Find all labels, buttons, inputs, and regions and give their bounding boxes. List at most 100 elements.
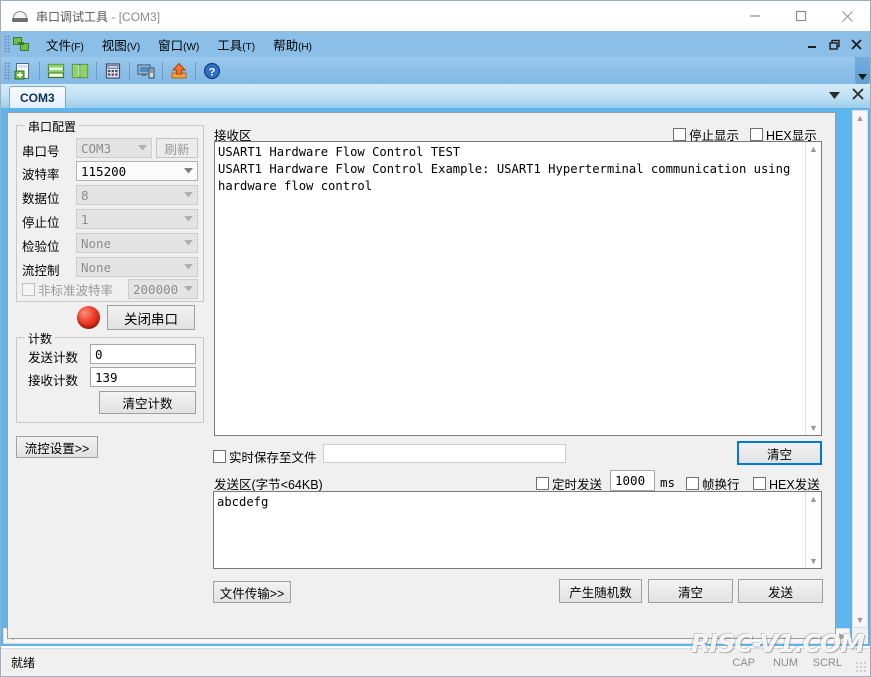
close-button[interactable] [824,1,870,31]
tile-horizontal-icon[interactable] [45,60,67,82]
mdi-scroll-down-icon[interactable]: ▼ [853,613,868,627]
menu-item-window[interactable]: 窗口(W) [149,32,208,57]
port-label: 串口号 [22,145,60,159]
stopbits-value: 1 [81,211,89,227]
rx-count-field[interactable]: 139 [90,367,196,387]
tab-bar: COM3 [1,84,870,108]
status-bar: 就绪 CAP NUM SCRL [1,648,870,676]
save-to-file-label: 实时保存至文件 [229,451,317,465]
mdi-scroll-corner [852,628,868,644]
status-cap-indicator: CAP [732,657,755,669]
help-icon[interactable]: ? [201,60,223,82]
com3-document-window: 串口配置 串口号 COM3 刷新 波特率 115200 数据位 8 停止位 1 … [7,112,836,639]
refresh-ports-button[interactable]: 刷新 [156,138,198,158]
custom-baudrate-chevron-down-icon [180,280,197,298]
calculator-icon[interactable] [102,60,124,82]
tab-com3[interactable]: COM3 [9,86,66,108]
menu-item-help[interactable]: 帮助(H) [264,32,321,57]
stop-display-checkbox-box [673,128,686,141]
receive-scroll-up-icon[interactable]: ▲ [809,142,818,156]
receive-scroll-down-icon[interactable]: ▼ [809,421,818,435]
minimize-button[interactable] [732,1,778,31]
maximize-button[interactable] [778,1,824,31]
menu-drag-grip[interactable] [4,35,11,53]
tab-list-dropdown-icon[interactable] [829,87,841,105]
clear-receive-button[interactable]: 清空 [737,441,822,465]
clear-counters-button[interactable]: 清空计数 [99,391,196,414]
custom-baudrate-combobox[interactable]: 200000 [128,279,198,299]
tile-vertical-icon[interactable] [69,60,91,82]
send-interval-unit: ms [660,475,676,490]
counters-group-title: 计数 [25,330,56,347]
send-scroll-down-icon[interactable]: ▼ [809,554,818,568]
upload-icon[interactable] [168,60,190,82]
stopbits-combobox[interactable]: 1 [76,209,198,229]
port-combobox[interactable]: COM3 [76,138,152,158]
send-interval-value: 1000 [615,473,646,488]
receive-scrollbar[interactable]: ▲ ▼ [805,142,821,435]
databits-value: 8 [81,187,89,203]
send-textarea[interactable]: abcdefg ▲ ▼ [213,491,822,569]
app-small-icon [13,35,31,53]
close-serial-port-button[interactable]: 关闭串口 [107,305,195,330]
send-scrollbar[interactable]: ▲ ▼ [805,492,821,568]
tab-close-icon[interactable] [852,87,864,105]
databits-combobox[interactable]: 8 [76,185,198,205]
window-title: 串口调试工具 - [COM3] [36,8,160,25]
save-to-file-checkbox[interactable]: 实时保存至文件 [213,447,317,466]
hex-send-checkbox-box [753,477,766,490]
menu-item-view-label: 视图 [101,38,127,53]
menu-item-view[interactable]: 视图(V) [93,32,149,57]
mdi-vertical-scrollbar[interactable]: ▲ ▼ [852,110,868,628]
rx-count-label: 接收计数 [28,374,79,388]
mdi-restore-icon[interactable] [828,38,841,51]
custom-baudrate-label: 非标准波特率 [38,284,114,298]
generate-random-button[interactable]: 产生随机数 [559,579,642,603]
parity-label: 检验位 [22,240,60,254]
mdi-minimize-icon[interactable] [806,38,819,51]
databits-chevron-down-icon [180,186,197,204]
window-document-name: - [COM3] [111,9,161,24]
file-transfer-button[interactable]: 文件传输>> [213,581,291,603]
parity-combobox[interactable]: None [76,233,198,253]
mdi-scroll-right-icon[interactable]: ▶ [836,629,849,644]
baudrate-chevron-down-icon [180,162,197,180]
menu-item-help-accel: (H) [298,41,312,53]
stopbits-label: 停止位 [22,216,60,230]
baudrate-value: 115200 [81,163,127,179]
flowcontrol-combobox[interactable]: None [76,257,198,277]
tab-com3-label: COM3 [20,90,55,105]
send-button[interactable]: 发送 [738,579,823,603]
tx-count-field[interactable]: 0 [90,344,196,364]
send-scroll-up-icon[interactable]: ▲ [809,492,818,506]
status-led-red [77,306,100,329]
mdi-scroll-up-icon[interactable]: ▲ [853,111,868,125]
menu-item-window-label: 窗口 [158,38,184,53]
menu-item-tools[interactable]: 工具(T) [208,32,264,57]
serial-tool-icon [11,7,29,25]
mdi-close-icon[interactable] [850,38,863,51]
send-interval-field[interactable]: 1000 [610,470,655,491]
toolbar-overflow-icon[interactable] [855,57,870,84]
receive-textarea[interactable]: USART1 Hardware Flow Control TEST USART1… [214,141,822,436]
serial-config-group-title: 串口配置 [25,118,80,135]
custom-baudrate-checkbox[interactable]: 非标准波特率 [22,280,113,299]
menu-item-file[interactable]: 文件(F) [37,32,93,57]
flowcontrol-chevron-down-icon [180,258,197,276]
menu-item-file-accel: (F) [71,41,84,53]
save-file-path-field[interactable] [323,444,566,463]
menu-item-tools-accel: (T) [242,41,256,53]
clear-send-button[interactable]: 清空 [648,579,733,603]
toolbar-drag-grip[interactable] [4,61,11,80]
window-title-text: 串口调试工具 [36,9,109,24]
resize-grip[interactable] [855,661,867,673]
parity-value: None [81,235,112,251]
menu-item-file-label: 文件 [46,38,72,53]
menu-item-tools-label: 工具 [217,38,243,53]
baudrate-combobox[interactable]: 115200 [76,161,198,181]
frame-newline-checkbox-box [686,477,699,490]
monitor-icon[interactable] [135,60,157,82]
flow-control-settings-button[interactable]: 流控设置>> [16,436,98,458]
toolbar: ? [1,57,870,84]
new-document-icon[interactable] [12,60,34,82]
